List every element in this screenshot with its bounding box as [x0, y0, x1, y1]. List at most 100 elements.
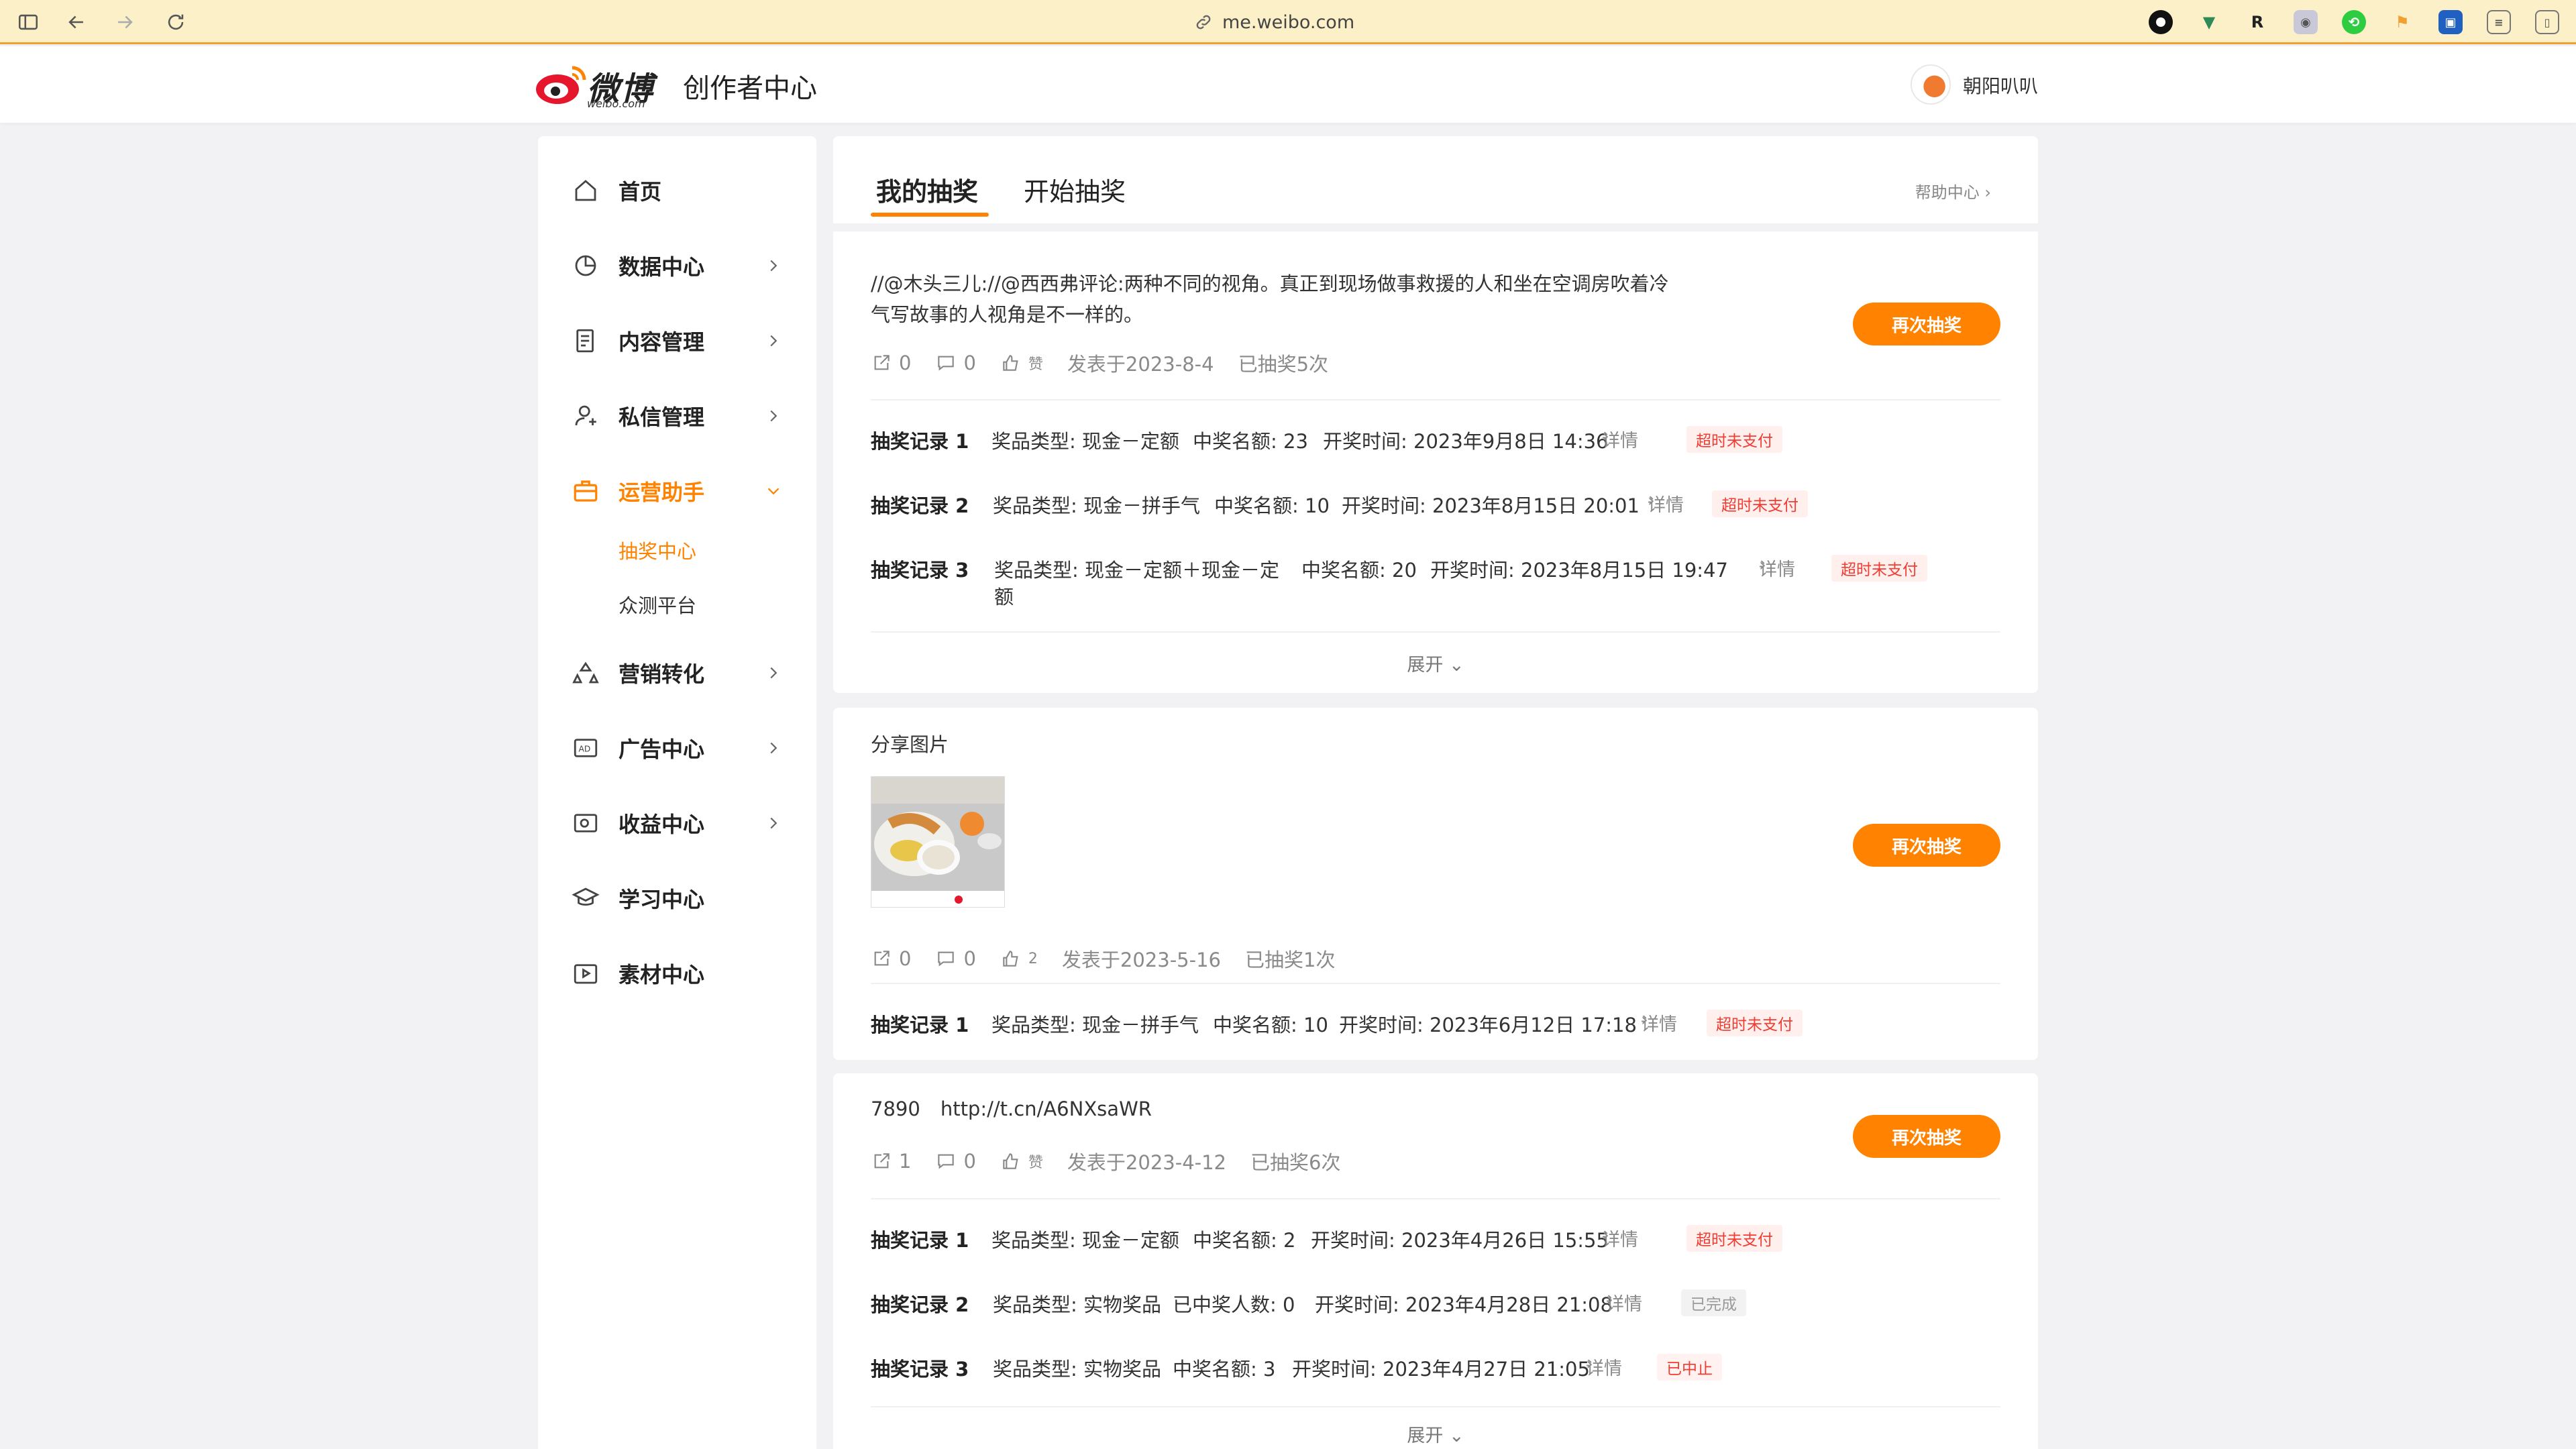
comment-icon — [938, 951, 955, 967]
sidebar-item-home[interactable]: 首页 — [538, 164, 816, 217]
expand-toggle[interactable]: 展开 ⌄ — [833, 1421, 2038, 1447]
sidebar-subitem-testing[interactable]: 众测平台 — [619, 590, 696, 619]
record-detail-link[interactable]: 详情 › — [1586, 1354, 1622, 1379]
record-prize-type: 奖品类型: 现金－定额 — [991, 430, 1179, 453]
thumbs-up-icon — [1003, 355, 1018, 371]
like-stat[interactable]: 2 — [1000, 948, 1038, 969]
sidebar-item-messages[interactable]: 私信管理 — [538, 389, 816, 443]
sidebar-item-revenue[interactable]: 收益中心 — [538, 796, 816, 850]
record-detail-link[interactable]: 详情 › — [1602, 426, 1638, 451]
comment-count: 0 — [963, 947, 976, 970]
record-label: 抽奖记录 2 — [871, 1293, 969, 1316]
post-link[interactable]: http://t.cn/A6NXsaWR — [941, 1093, 1152, 1124]
post-stats: 1 0 赞 发表于2023-4-12 已抽奖6次 — [871, 1148, 1364, 1175]
detail-label: 详情 — [1586, 1358, 1622, 1379]
like-stat[interactable]: 赞 — [1000, 1150, 1043, 1172]
divider — [871, 631, 2000, 633]
back-icon[interactable] — [63, 9, 90, 36]
sidebar-item-label: 私信管理 — [619, 405, 705, 430]
briefcase-icon — [572, 477, 600, 505]
avatar[interactable] — [1911, 64, 1951, 105]
record-detail-link[interactable]: 详情 › — [1641, 1010, 1677, 1035]
chevron-right-icon — [770, 667, 777, 679]
sidebar-toggle-icon[interactable] — [15, 9, 42, 36]
record-label: 抽奖记录 3 — [871, 1358, 969, 1381]
tab-my-lottery[interactable]: 我的抽奖 — [876, 171, 978, 208]
extension-record-icon[interactable] — [2149, 10, 2173, 34]
sidebar-item-data-center[interactable]: 数据中心 — [538, 239, 816, 292]
comment-icon — [938, 356, 955, 371]
repost-icon — [874, 1153, 890, 1169]
help-center-link[interactable]: 帮助中心 › — [1915, 179, 1991, 203]
lottery-record-row: 抽奖记录 2 奖品类型: 实物奖品 已中奖人数: 0 开奖时间: 2023年4月… — [871, 1289, 2000, 1319]
record-label: 抽奖记录 2 — [871, 494, 969, 517]
reload-icon[interactable] — [162, 9, 189, 36]
food-photo-icon — [871, 777, 1004, 907]
post-image-thumbnail[interactable] — [871, 776, 1005, 908]
username[interactable]: 朝阳叭叭 — [1963, 72, 2038, 99]
expand-toggle[interactable]: 展开 ⌄ — [833, 650, 2038, 676]
extension-vue-icon[interactable]: ▼ — [2197, 10, 2221, 34]
sidebar-item-learning[interactable]: 学习中心 — [538, 871, 816, 925]
status-badge: 已中止 — [1657, 1354, 1722, 1381]
address-bar[interactable]: me.weibo.com — [1194, 7, 1354, 38]
publish-date: 发表于2023-5-16 — [1061, 949, 1221, 971]
record-winner-count: 中奖名额: 3 — [1173, 1358, 1276, 1381]
ad-icon: AD — [572, 734, 600, 762]
record-label: 抽奖记录 1 — [871, 1229, 969, 1252]
comment-stat[interactable]: 0 — [935, 1150, 976, 1173]
extension-menu-icon[interactable]: ≡ — [2487, 10, 2511, 34]
status-badge: 超时未支付 — [1831, 555, 1927, 582]
sidebar-item-label: 内容管理 — [619, 329, 705, 355]
graduation-cap-icon — [572, 884, 600, 912]
comment-stat[interactable]: 0 — [935, 947, 976, 970]
sidebar-item-label: 广告中心 — [619, 737, 705, 762]
recycle-icon — [572, 659, 600, 687]
extension-r-icon[interactable]: R — [2245, 10, 2269, 34]
record-detail-link[interactable]: 详情 › — [1602, 1225, 1638, 1250]
redraw-button[interactable]: 再次抽奖 — [1853, 1115, 2000, 1158]
sidebar-item-marketing[interactable]: 营销转化 — [538, 646, 816, 700]
post-text-line: //@木头三儿://@西西弗评论:两种不同的视角。真正到现场做事救援的人和坐在空… — [871, 272, 1669, 295]
redraw-button[interactable]: 再次抽奖 — [1853, 303, 2000, 345]
repost-stat[interactable]: 0 — [871, 947, 911, 970]
page-title: 创作者中心 — [683, 73, 817, 104]
post-text: //@木头三儿://@西西弗评论:两种不同的视角。真正到现场做事救援的人和坐在空… — [871, 268, 1676, 330]
post-text: 分享图片 — [871, 733, 949, 756]
sidebar-item-operations[interactable]: 运营助手 — [538, 464, 816, 518]
record-label: 抽奖记录 3 — [871, 559, 969, 582]
extension-shield-icon[interactable]: ◉ — [2294, 10, 2318, 34]
logo-subtext: weibo.com — [587, 97, 645, 110]
extension-flag-icon[interactable]: ⚑ — [2390, 10, 2414, 34]
site-header: 微博 weibo.com 创作者中心 朝阳叭叭 — [0, 46, 2576, 123]
repost-stat[interactable]: 0 — [871, 352, 911, 374]
sidebar-item-ads[interactable]: AD 广告中心 — [538, 721, 816, 775]
record-detail-link[interactable]: 详情 › — [1648, 490, 1684, 516]
thumbs-up-icon — [1003, 951, 1018, 967]
sidebar-item-content[interactable]: 内容管理 — [538, 314, 816, 368]
record-detail-link[interactable]: 详情 › — [1606, 1289, 1642, 1315]
extension-blue-icon[interactable]: ▣ — [2438, 10, 2463, 34]
repost-stat[interactable]: 1 — [871, 1150, 911, 1173]
redraw-button[interactable]: 再次抽奖 — [1853, 824, 2000, 867]
chevron-right-icon — [770, 742, 777, 754]
status-badge: 已完成 — [1681, 1289, 1746, 1316]
sidebar-subitem-lottery[interactable]: 抽奖中心 — [619, 536, 696, 564]
extension-split-icon[interactable]: ▯ — [2535, 10, 2559, 34]
lottery-record-row: 抽奖记录 2 奖品类型: 现金－拼手气 中奖名额: 10 开奖时间: 2023年… — [871, 490, 2000, 520]
extension-green-icon[interactable]: ⟲ — [2342, 10, 2366, 34]
chevron-right-icon — [770, 335, 777, 347]
sidebar-item-materials[interactable]: 素材中心 — [538, 947, 816, 1000]
link-icon — [1196, 15, 1211, 30]
record-draw-time: 开奖时间: 2023年6月12日 17:18 — [1339, 1014, 1637, 1036]
forward-icon[interactable] — [111, 9, 138, 36]
svg-text:AD: AD — [579, 744, 591, 753]
record-prize-type: 奖品类型: 实物奖品 — [993, 1358, 1161, 1381]
comment-stat[interactable]: 0 — [935, 352, 976, 374]
tab-start-lottery[interactable]: 开始抽奖 — [1024, 171, 1126, 208]
like-stat[interactable]: 赞 — [1000, 352, 1043, 374]
divider — [871, 1406, 2000, 1407]
sidebar-item-label: 素材中心 — [619, 962, 705, 987]
publish-date: 发表于2023-4-12 — [1067, 1151, 1227, 1174]
record-detail-link[interactable]: 详情 › — [1759, 555, 1795, 580]
